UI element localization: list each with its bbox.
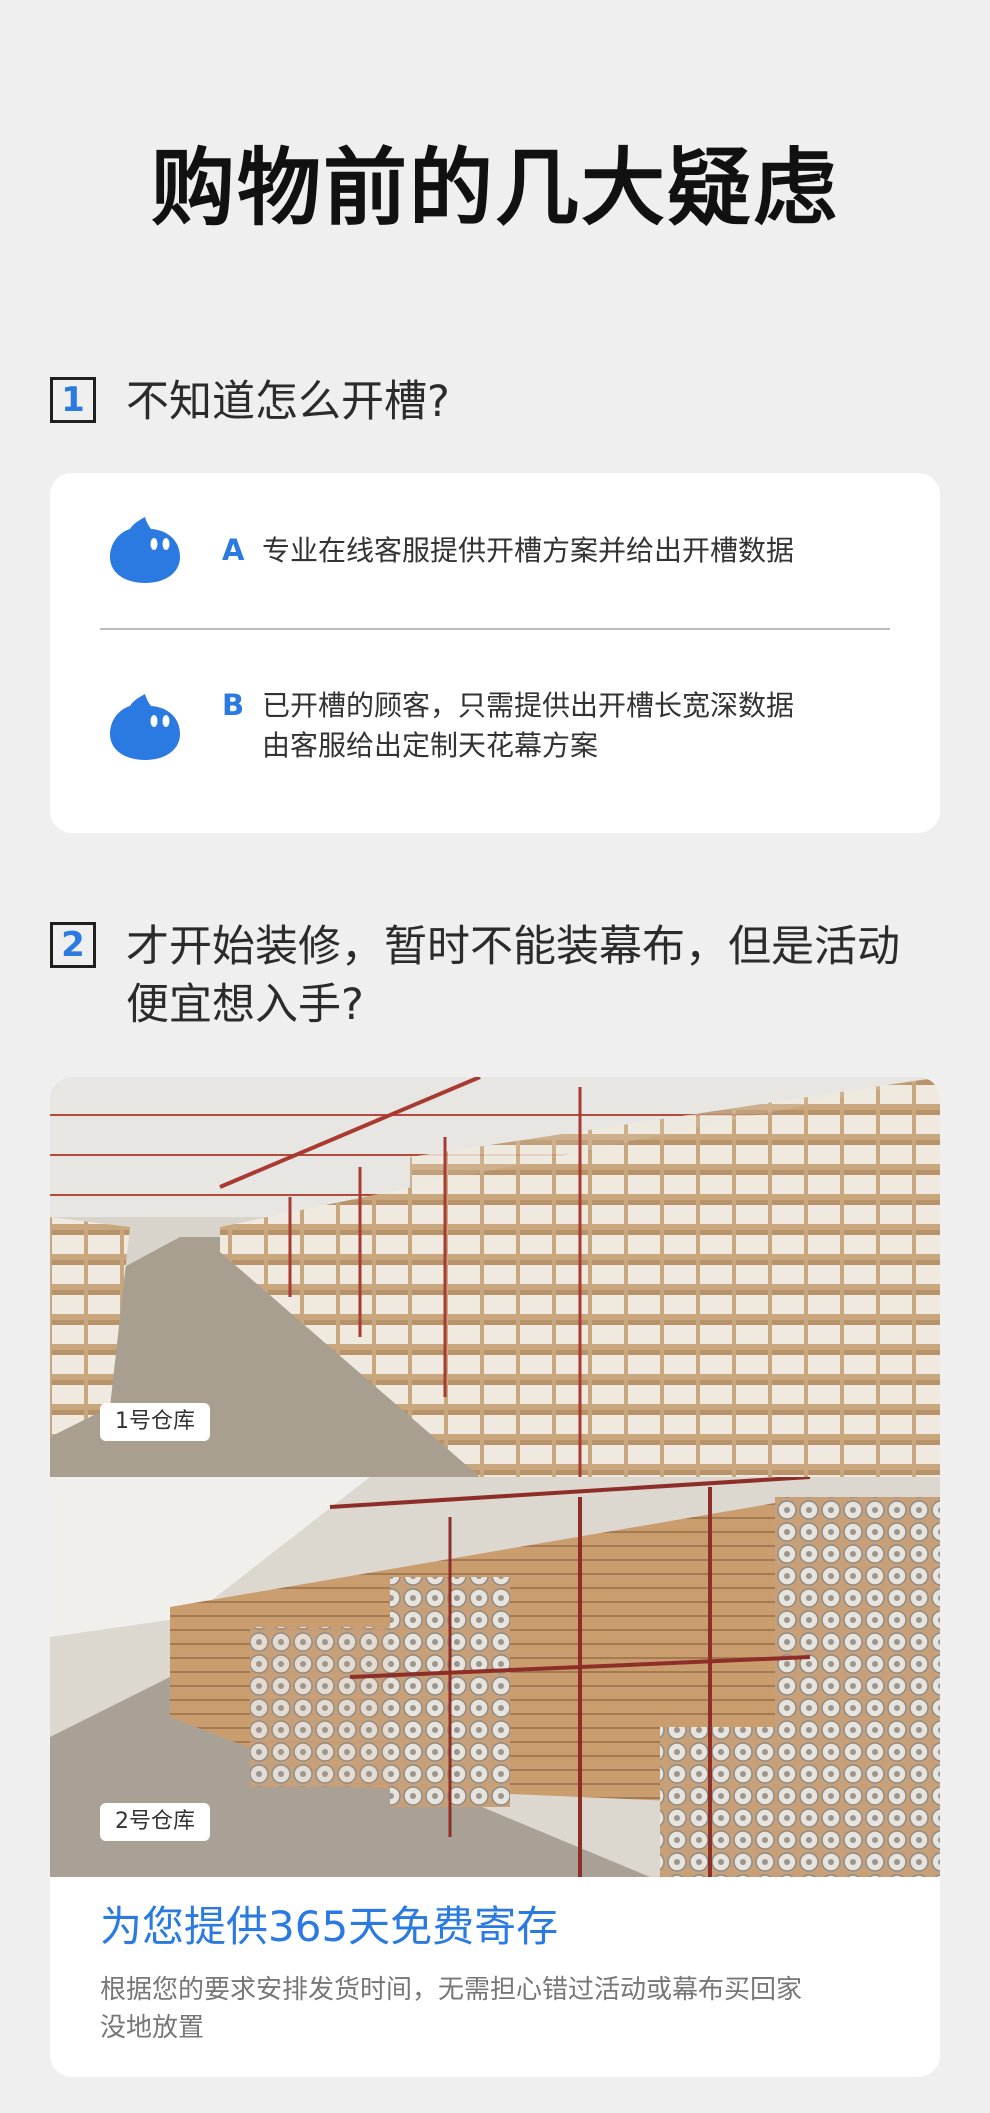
answer-b-text-line1: 已开槽的顾客，只需提供出开槽长宽深数据 [262, 689, 795, 722]
question-2-header: 2 才开始装修，暂时不能装幕布，但是活动便宜想入手? [50, 918, 926, 1034]
warehouse-1-label: 1号仓库 [100, 1403, 210, 1441]
storage-description: 根据您的要求安排发货时间，无需担心错过活动或幕布买回家没地放置 [100, 1975, 803, 2043]
question-1-header: 1 不知道怎么开槽? [50, 373, 926, 431]
customer-service-icon [110, 517, 180, 583]
answer-a-letter: A [222, 533, 245, 567]
storage-headline: 为您提供365天免费寄存 [100, 1902, 559, 1951]
answer-b-text-line2: 由客服给出定制天花幕方案 [262, 729, 599, 762]
warehouse-1-photo: 1号仓库 [50, 1077, 940, 1477]
warehouse-2-photo: 2号仓库 [50, 1477, 940, 1877]
warehouse-2-label: 2号仓库 [100, 1803, 210, 1841]
question-1-number: 1 [50, 377, 96, 423]
question-2-number: 2 [50, 922, 96, 968]
divider [100, 628, 890, 630]
page-title: 购物前的几大疑虑 [150, 139, 839, 237]
answer-b-letter: B [222, 688, 245, 722]
answer-a-text: 专业在线客服提供开槽方案并给出开槽数据 [262, 534, 795, 567]
customer-service-icon [110, 694, 180, 760]
storage-card: 1号仓库 2号仓库 为您提供365天免费寄存 根据您的要求安排发货时间，无需担心… [50, 1077, 940, 2077]
question-2-text: 才开始装修，暂时不能装幕布，但是活动便宜想入手? [126, 922, 900, 1030]
question-1-text: 不知道怎么开槽? [126, 377, 450, 427]
answers-card: A 专业在线客服提供开槽方案并给出开槽数据 B 已开槽的顾客，只需提供出开槽长宽… [50, 473, 940, 833]
